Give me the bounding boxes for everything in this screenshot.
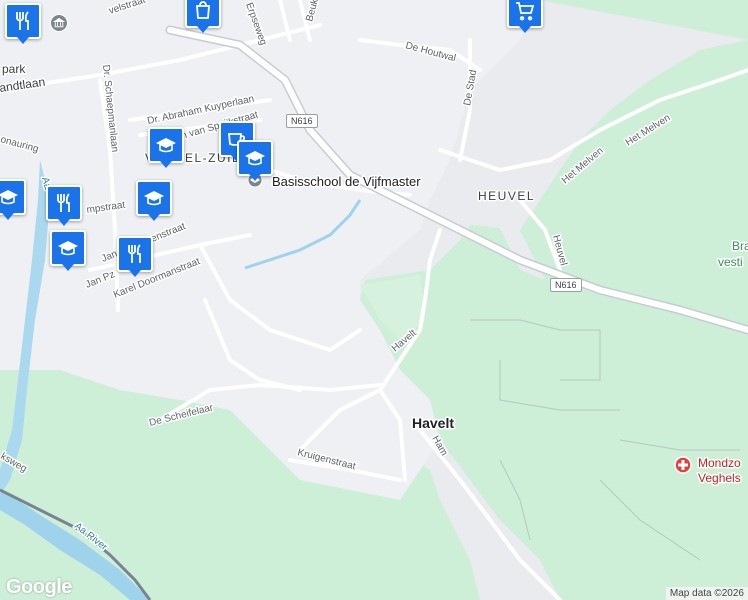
school-icon[interactable] xyxy=(136,180,172,221)
restaurant-icon[interactable] xyxy=(5,3,41,44)
place-label-havelt: Havelt xyxy=(412,415,454,431)
google-logo: Google xyxy=(6,576,72,598)
hospital-icon[interactable] xyxy=(674,456,692,474)
museum-icon[interactable] xyxy=(50,14,68,32)
road-shield-n616: N616 xyxy=(550,278,582,292)
restaurant-icon[interactable] xyxy=(46,185,82,226)
restaurant-icon[interactable] xyxy=(117,236,153,277)
area-label-park: park xyxy=(2,62,26,76)
school-icon[interactable] xyxy=(50,230,86,271)
area-label-heuvel: HEUVEL xyxy=(478,189,535,203)
school-icon[interactable] xyxy=(148,127,184,168)
road-shield-n616: N616 xyxy=(286,114,318,128)
poi-label-mondzorg: Mondzo xyxy=(698,456,741,470)
shopping-icon[interactable] xyxy=(185,0,221,33)
shopping-cart-icon[interactable] xyxy=(507,0,543,33)
map-canvas[interactable]: Erpseweg Beukela De Houtwal De Stad Het … xyxy=(0,0,748,600)
school-icon[interactable] xyxy=(237,140,273,181)
poi-label-veghels: Veghels xyxy=(698,471,741,485)
school-icon[interactable] xyxy=(0,179,26,220)
map-attribution[interactable]: Map data ©2026 xyxy=(665,587,748,600)
poi-label-school: Basisschool de Vijfmaster xyxy=(272,174,421,189)
poi-label-vestiging: vesti xyxy=(718,255,743,269)
poi-label-braak: Bra xyxy=(732,239,748,253)
